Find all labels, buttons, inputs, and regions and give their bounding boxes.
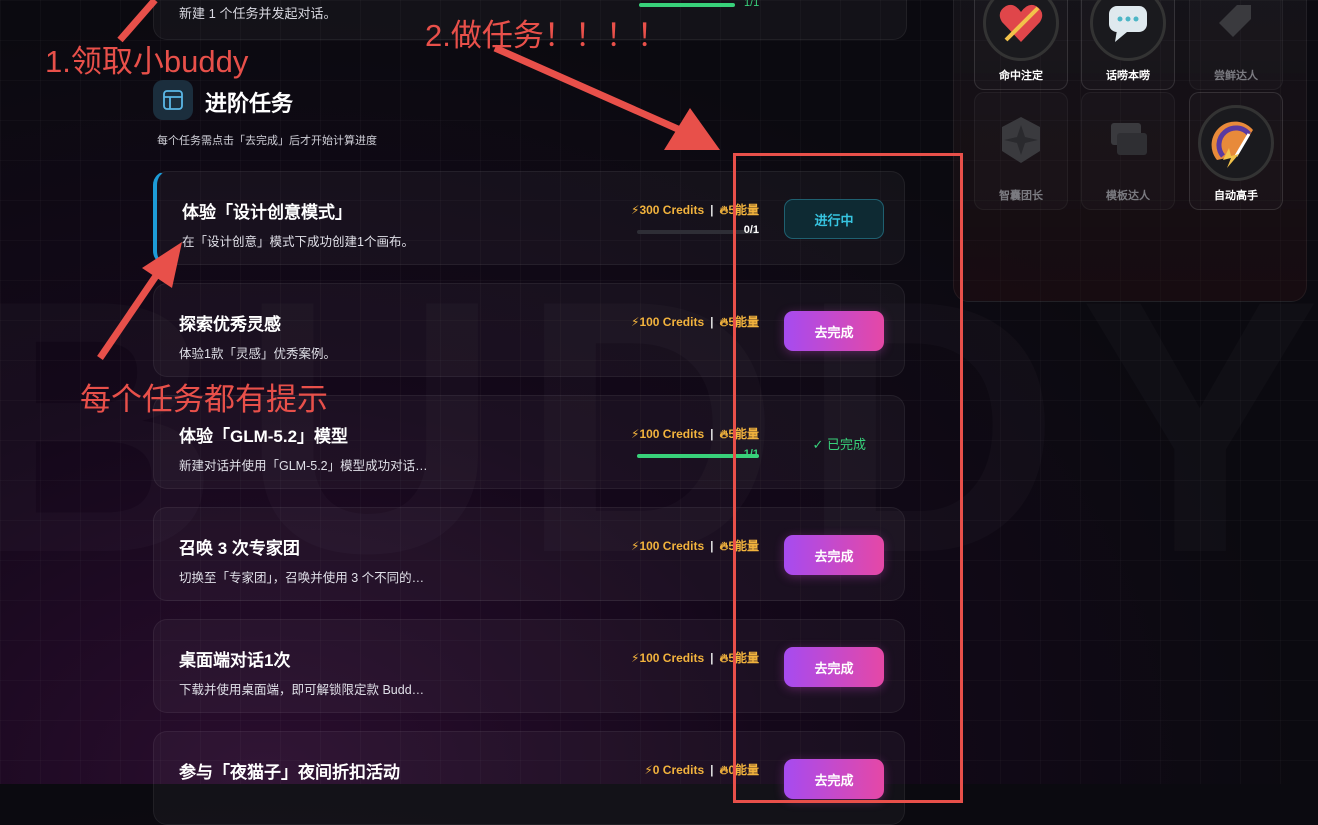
annotation-hint: 每个任务都有提示 xyxy=(80,382,328,417)
annotation-step2: 2.做任务！！！！ xyxy=(425,18,668,53)
annotation-step1: 1.领取小buddy xyxy=(45,44,249,79)
